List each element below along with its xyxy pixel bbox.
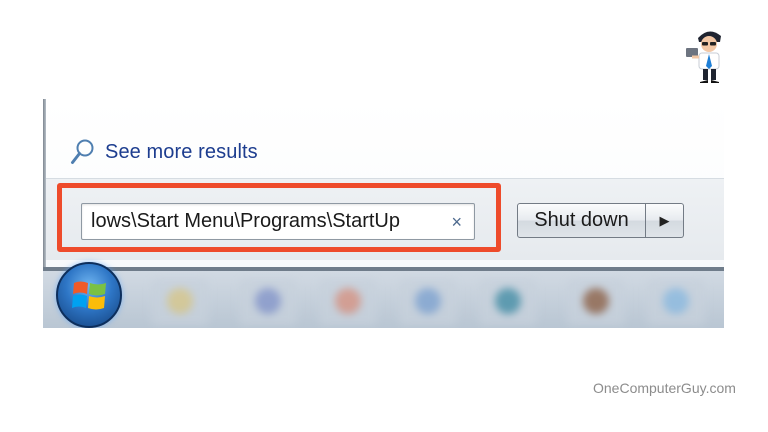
watermark: OneComputerGuy.com bbox=[593, 380, 736, 396]
taskbar-app[interactable] bbox=[239, 279, 297, 325]
taskbar-app[interactable] bbox=[319, 279, 377, 325]
taskbar-app[interactable] bbox=[399, 279, 457, 325]
taskbar-app[interactable] bbox=[151, 279, 209, 325]
search-input[interactable]: lows\Start Menu\Programs\StartUp × bbox=[81, 203, 475, 240]
taskbar-app[interactable] bbox=[567, 279, 625, 325]
windows-logo-icon bbox=[72, 281, 106, 310]
shutdown-split-button: Shut down ▶ bbox=[517, 203, 684, 238]
close-icon[interactable]: × bbox=[451, 213, 462, 231]
magnifier-icon bbox=[71, 139, 94, 164]
see-more-results-link[interactable]: See more results bbox=[69, 137, 258, 167]
search-input-value: lows\Start Menu\Programs\StartUp bbox=[91, 210, 400, 232]
taskbar bbox=[43, 267, 724, 328]
taskbar-app[interactable] bbox=[647, 279, 705, 325]
shutdown-label: Shut down bbox=[534, 209, 629, 231]
mascot-logo-icon bbox=[686, 31, 721, 83]
taskbar-app[interactable] bbox=[479, 279, 537, 325]
shutdown-options-button[interactable]: ▶ bbox=[646, 203, 684, 238]
taskbar-border bbox=[43, 267, 724, 271]
shutdown-button[interactable]: Shut down bbox=[517, 203, 646, 238]
start-button[interactable] bbox=[56, 262, 122, 328]
chevron-right-icon: ▶ bbox=[659, 213, 670, 228]
see-more-results-label: See more results bbox=[105, 140, 258, 163]
start-menu-screenshot: See more results lows\Start Menu\Program… bbox=[43, 99, 724, 328]
page: See more results lows\Start Menu\Program… bbox=[0, 0, 768, 432]
